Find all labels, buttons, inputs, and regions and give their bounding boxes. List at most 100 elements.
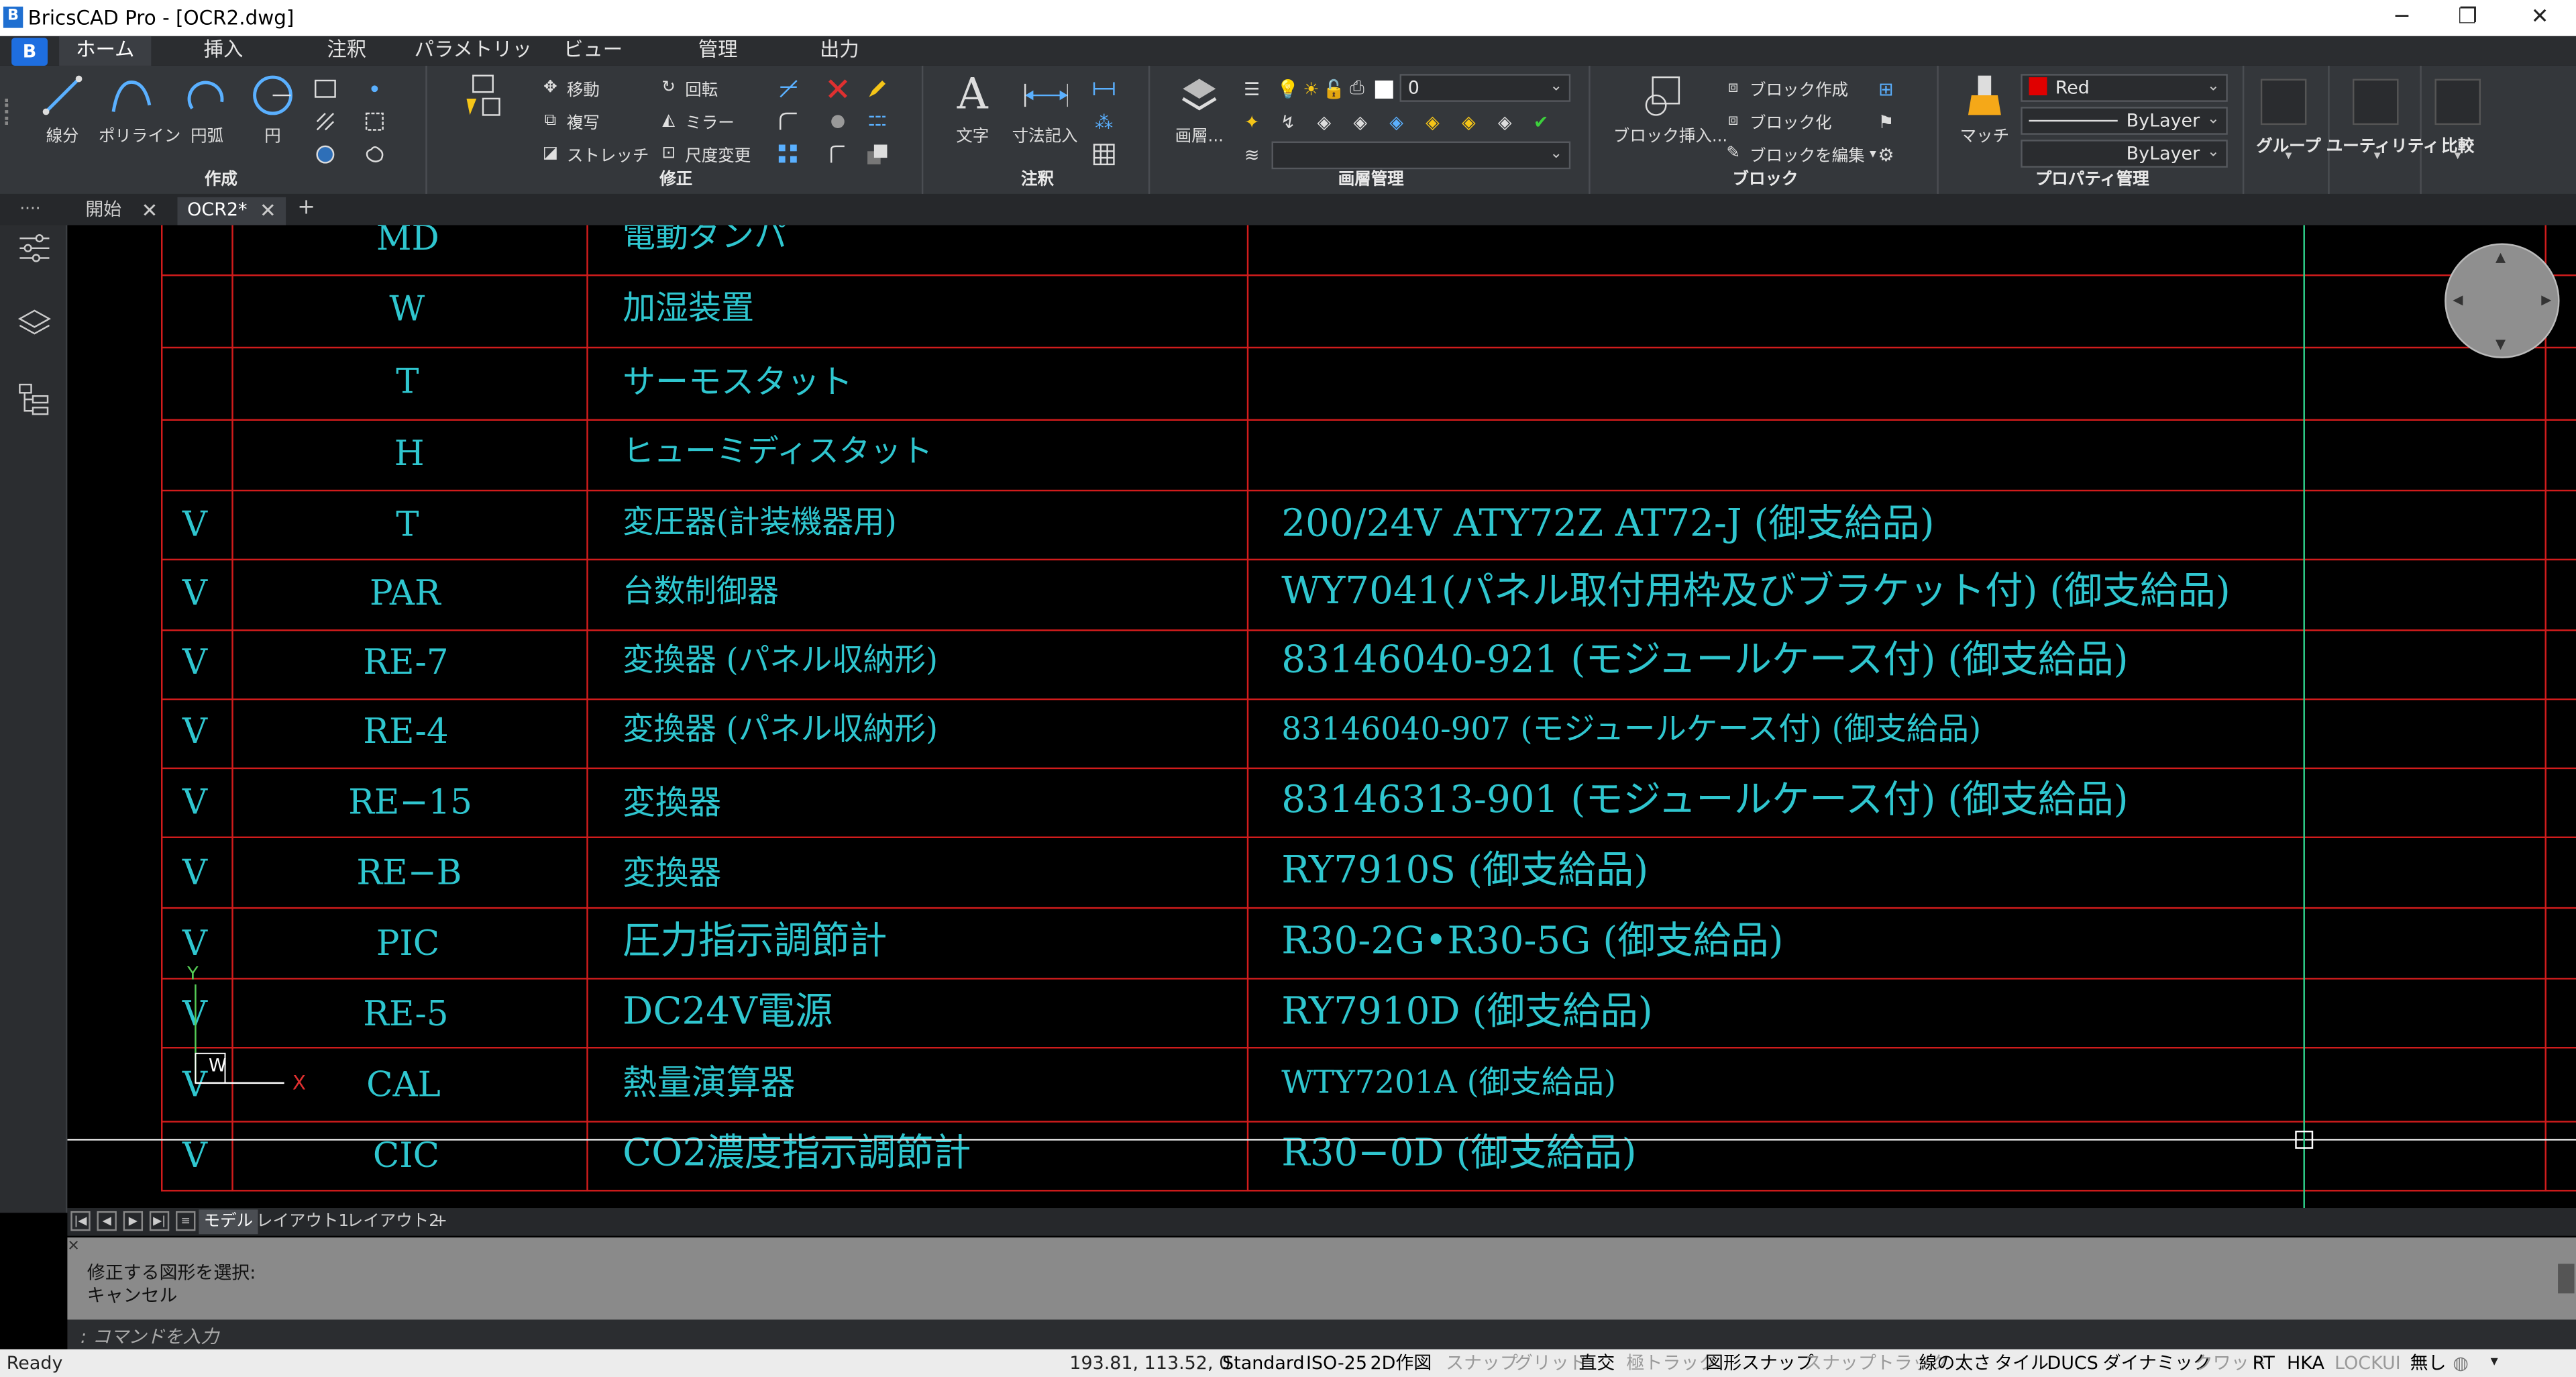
lineweight-dropdown[interactable]: ByLayer ⌄ [2021, 140, 2228, 168]
status-ortho[interactable]: 直交 [1578, 1351, 1615, 1376]
layer-tool-2-icon[interactable]: ↯ [1275, 109, 1301, 135]
move-button[interactable]: ✥ 移動 [539, 72, 600, 102]
next-layout-button[interactable]: ▶ [123, 1211, 144, 1231]
prev-layout-button[interactable]: ◀ [97, 1211, 117, 1231]
tab-output[interactable]: 出力 [798, 36, 880, 66]
status-menu-icon[interactable]: ▾ [2491, 1351, 2498, 1376]
scale-button[interactable]: ⊡ 尺度変更 [657, 138, 751, 168]
text-style-icon[interactable]: ⁂ [1091, 109, 1117, 135]
tab-start[interactable]: 開始 ✕ [76, 197, 168, 225]
status-tile[interactable]: タイル [1994, 1351, 2049, 1376]
status-dimstyle[interactable]: ISO-25 [1306, 1351, 1367, 1376]
close-button[interactable]: ✕ [2524, 3, 2557, 33]
status-polar[interactable]: 極トラック [1627, 1351, 1717, 1376]
close-icon[interactable]: ✕ [67, 1239, 80, 1256]
layer-dropdown[interactable]: 0 ⌄ [1399, 74, 1571, 102]
region-icon[interactable] [362, 109, 388, 135]
circle-button[interactable]: 円 [240, 72, 306, 146]
status-grid[interactable]: グリッド [1515, 1351, 1587, 1376]
insert-block-button[interactable]: ブロック挿入... [1613, 72, 1727, 146]
tab-parametric[interactable]: パラメトリック [407, 36, 539, 89]
tab-annotate[interactable]: 注釈 [306, 36, 388, 66]
explode-icon[interactable] [824, 109, 851, 135]
drawing-canvas[interactable]: MD 電動ダンパ W 加湿装置 T サーモスタット H ヒューミディスタット V… [67, 225, 2576, 1209]
layer-tool-3-icon[interactable]: ◈ [1311, 109, 1337, 135]
status-snap[interactable]: スナップ [1446, 1351, 1518, 1376]
add-layout-button[interactable]: + [434, 1209, 448, 1234]
tab-manage[interactable]: 管理 [677, 36, 759, 66]
match-properties-button[interactable]: マッチ [1951, 72, 2017, 146]
layer-tool-4-icon[interactable]: ◈ [1347, 109, 1373, 135]
polyline-button[interactable]: ポリライン [99, 72, 180, 146]
status-lineweight[interactable]: 線の太さ [1919, 1351, 1991, 1376]
stretch-button[interactable]: ◪ ストレッチ [539, 138, 649, 168]
rectangle-icon[interactable] [312, 76, 338, 102]
tab-insert[interactable]: 挿入 [180, 36, 266, 66]
status-ducs[interactable]: DUCS [2047, 1351, 2098, 1376]
nav-left-icon[interactable]: ◀ [2453, 293, 2463, 307]
blockify-button[interactable]: ⧈ ブロック化 [1722, 105, 1832, 135]
fillet-icon[interactable] [775, 109, 802, 135]
layer-tool-7-icon[interactable]: ◈ [1456, 109, 1482, 135]
status-textstyle[interactable]: Standard [1222, 1351, 1305, 1376]
status-monitor-icon[interactable]: ◍ [2453, 1351, 2469, 1376]
status-osnap[interactable]: 図形スナップ [1705, 1351, 1814, 1376]
edit-pencil-icon[interactable] [864, 76, 890, 102]
history-scrollbar[interactable] [2558, 1264, 2575, 1294]
line-button[interactable]: 線分 [30, 72, 95, 146]
layout-list-button[interactable]: ≡ [176, 1211, 196, 1231]
status-lockui[interactable]: LOCKUI [2334, 1351, 2401, 1376]
nav-right-icon[interactable]: ▶ [2541, 293, 2551, 307]
app-menu-button[interactable]: B [11, 38, 48, 66]
layer-manager-button[interactable]: 画層... [1167, 72, 1232, 146]
status-hka[interactable]: HKA [2287, 1351, 2324, 1376]
dimension-button[interactable]: 寸法記入 [1009, 72, 1081, 146]
properties-panel-icon[interactable] [15, 228, 54, 268]
block-tool-icon[interactable]: ⚑ [1873, 109, 1899, 135]
layers-panel-icon[interactable] [15, 304, 54, 344]
layer-props-icon[interactable]: ☰ [1239, 76, 1265, 102]
offset-icon[interactable] [864, 109, 890, 135]
dim-style-icon[interactable] [1091, 76, 1117, 102]
group-group[interactable]: グループ ▾ [2247, 65, 2330, 194]
minimize-button[interactable]: ─ [2385, 3, 2418, 33]
structure-panel-icon[interactable] [15, 380, 54, 419]
erase-icon[interactable] [824, 76, 851, 102]
tab-home[interactable]: ホーム [59, 36, 152, 66]
mirror-button[interactable]: ◭ ミラー [657, 105, 734, 135]
layer-tool-5-icon[interactable]: ◈ [1383, 109, 1409, 135]
layer-tool-1-icon[interactable]: ✦ [1239, 109, 1265, 135]
point-icon[interactable] [362, 76, 388, 102]
layer-tool-8-icon[interactable]: ◈ [1492, 109, 1518, 135]
navigation-wheel[interactable]: ▲ ▼ ◀ ▶ [2445, 243, 2560, 358]
tab-ocr2[interactable]: OCR2* ✕ [177, 197, 286, 225]
rotate-button[interactable]: ↻ 回転 [657, 72, 718, 102]
create-block-button[interactable]: ⧈ ブロック作成 [1722, 72, 1848, 102]
last-layout-button[interactable]: ▶| [149, 1211, 170, 1231]
group-compare[interactable]: 比較 ▾ [2425, 66, 2491, 194]
color-dropdown[interactable]: Red ⌄ [2021, 74, 2228, 102]
close-icon[interactable]: ✕ [260, 197, 276, 223]
text-button[interactable]: A 文字 [940, 70, 1006, 146]
status-annotation-scale[interactable]: 無し [2410, 1351, 2447, 1376]
arc-button[interactable]: 円弧 [174, 72, 240, 146]
layer-tool-6-icon[interactable]: ◈ [1419, 109, 1446, 135]
nav-up-icon[interactable]: ▲ [2496, 250, 2506, 264]
nav-down-icon[interactable]: ▼ [2496, 337, 2506, 352]
tab-view[interactable]: ビュー [552, 36, 634, 66]
tab-layout2[interactable]: レイアウト2 [347, 1209, 439, 1234]
block-attr-icon[interactable]: ⊞ [1873, 76, 1899, 102]
group-utility[interactable]: ユーティリティ ▾ [2326, 65, 2439, 194]
first-layout-button[interactable]: |◀ [70, 1211, 91, 1231]
status-rt[interactable]: RT [2253, 1351, 2275, 1376]
tab-model[interactable]: モデル [199, 1209, 258, 1235]
status-workspace[interactable]: 2D作図 [1370, 1351, 1432, 1376]
linetype-dropdown[interactable]: ByLayer ⌄ [2021, 107, 2228, 135]
close-icon[interactable]: ✕ [142, 197, 158, 223]
new-tab-button[interactable]: + [297, 195, 315, 220]
maximize-button[interactable]: ❐ [2451, 3, 2484, 33]
layer-tool-9-icon[interactable]: ✔ [1528, 109, 1554, 135]
select-icon[interactable] [460, 72, 506, 125]
command-input[interactable]: : コマンドを入力 [67, 1319, 2576, 1349]
hatch-icon[interactable] [312, 109, 338, 135]
